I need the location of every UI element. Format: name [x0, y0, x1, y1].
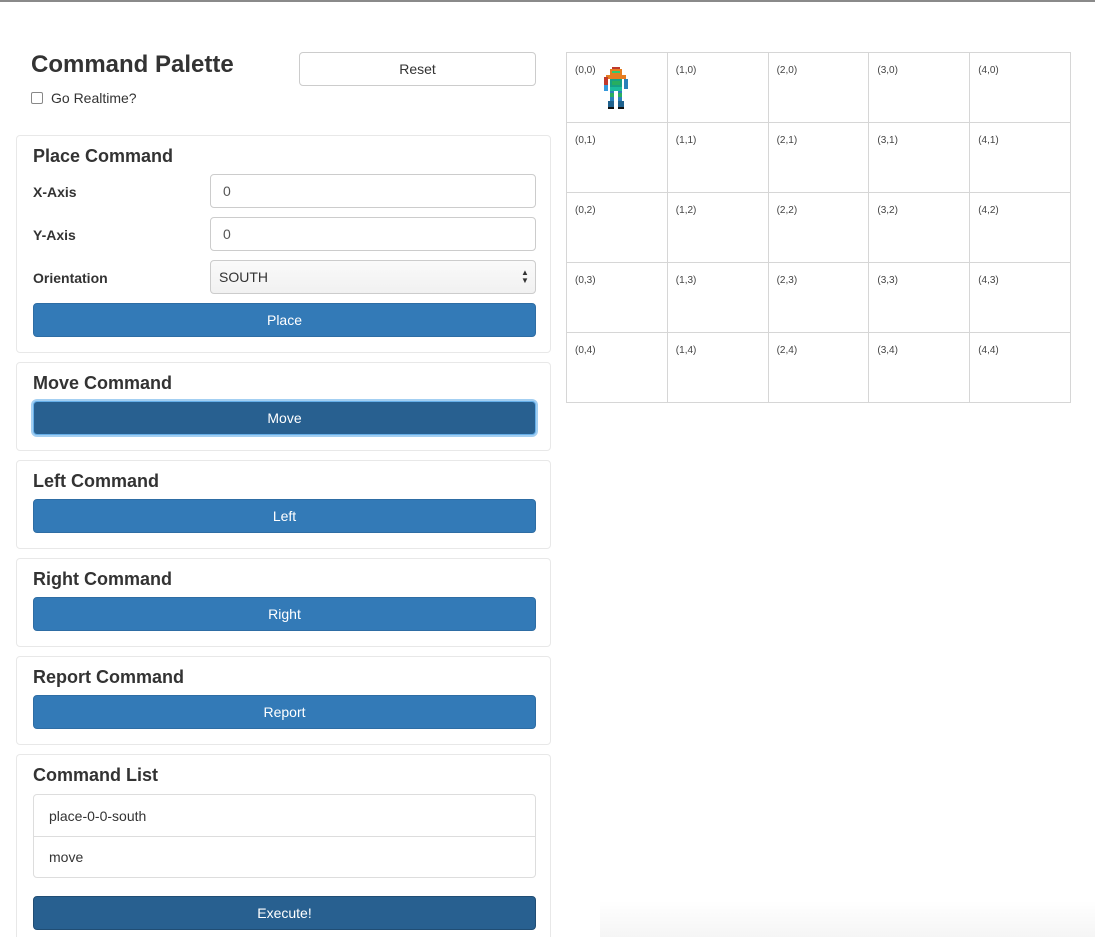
grid-cell: (3,2) — [869, 193, 971, 263]
report-command-panel: Report Command Report — [16, 656, 551, 745]
grid-cell: (4,0) — [970, 53, 1071, 123]
grid-cell: (2,1) — [768, 123, 870, 193]
grid-cell: (0,1) — [567, 123, 668, 193]
right-command-title: Right Command — [33, 569, 172, 589]
grid-cell: (3,3) — [869, 263, 971, 333]
command-list-title: Command List — [33, 765, 159, 785]
grid-cell: (2,2) — [768, 193, 870, 263]
cell-coordinate: (1,4) — [675, 345, 697, 356]
grid-cell: (4,4) — [970, 333, 1071, 403]
grid-cell: (0,0) — [567, 53, 668, 123]
move-command-title: Move Command — [33, 373, 173, 393]
cell-coordinate: (0,3) — [575, 275, 596, 286]
right-command-panel: Right Command Right — [16, 558, 551, 647]
cell-coordinate: (3,1) — [877, 135, 898, 146]
orientation-value: SOUTH — [219, 269, 268, 285]
robot-sprite-icon — [604, 67, 628, 109]
left-command-panel: Left Command Left — [16, 460, 551, 549]
select-arrows-icon: ▲ ▼ — [521, 268, 529, 285]
y-axis-input[interactable]: 0 — [210, 217, 536, 251]
realtime-checkbox[interactable] — [31, 92, 43, 104]
cell-coordinate: (2,1) — [776, 135, 798, 146]
grid-cell: (0,2) — [567, 193, 668, 263]
cell-coordinate: (4,0) — [978, 65, 999, 76]
cell-coordinate: (4,1) — [978, 135, 999, 146]
grid-cell: (1,3) — [667, 263, 769, 333]
place-command-title: Place Command — [33, 146, 174, 166]
board-grid: (0,0) (1,0) (2,0) (3,0) (4,0) (0,1) (1,1… — [566, 52, 1071, 403]
orientation-label: Orientation — [33, 270, 108, 286]
grid-cell: (2,4) — [768, 333, 870, 403]
realtime-toggle[interactable]: Go Realtime? — [31, 90, 137, 106]
top-rule — [0, 0, 1095, 2]
cell-coordinate: (2,3) — [776, 275, 798, 286]
grid-cell: (1,0) — [667, 53, 769, 123]
page-title: Command Palette — [31, 51, 234, 78]
command-list: place-0-0-south move — [33, 794, 536, 878]
cell-coordinate: (0,1) — [575, 135, 596, 146]
grid-cell: (0,4) — [567, 333, 668, 403]
cell-coordinate: (0,4) — [575, 345, 596, 356]
cell-coordinate: (2,0) — [776, 65, 798, 76]
grid-cell: (3,4) — [869, 333, 971, 403]
y-axis-label: Y-Axis — [33, 227, 76, 243]
command-list-panel: Command List place-0-0-south move Execut… — [16, 754, 551, 937]
cell-coordinate: (1,0) — [675, 65, 697, 76]
cell-coordinate: (1,1) — [675, 135, 697, 146]
move-button[interactable]: Move — [33, 401, 536, 435]
grid-cell: (2,0) — [768, 53, 870, 123]
x-axis-label: X-Axis — [33, 184, 77, 200]
orientation-select[interactable]: SOUTH ▲ ▼ — [210, 260, 536, 294]
report-button[interactable]: Report — [33, 695, 536, 729]
cell-coordinate: (1,2) — [675, 205, 697, 216]
cell-coordinate: (3,0) — [877, 65, 898, 76]
grid-cell: (3,1) — [869, 123, 971, 193]
cell-coordinate: (3,3) — [877, 275, 898, 286]
cell-coordinate: (0,2) — [575, 205, 596, 216]
cell-coordinate: (4,4) — [978, 345, 999, 356]
x-axis-input[interactable]: 0 — [210, 174, 536, 208]
grid-cell: (4,3) — [970, 263, 1071, 333]
left-button[interactable]: Left — [33, 499, 536, 533]
cell-coordinate: (4,3) — [978, 275, 999, 286]
cell-coordinate: (3,2) — [877, 205, 898, 216]
cell-coordinate: (2,2) — [776, 205, 798, 216]
grid-cell: (1,4) — [667, 333, 769, 403]
left-command-title: Left Command — [33, 471, 159, 491]
cell-coordinate: (2,4) — [776, 345, 798, 356]
move-command-panel: Move Command Move — [16, 362, 551, 451]
reset-button[interactable]: Reset — [299, 52, 536, 86]
cell-coordinate: (3,4) — [877, 345, 898, 356]
command-list-item[interactable]: move — [34, 836, 535, 877]
right-button[interactable]: Right — [33, 597, 536, 631]
command-list-item[interactable]: place-0-0-south — [34, 795, 535, 836]
cell-coordinate: (4,2) — [978, 205, 999, 216]
grid-cell: (1,1) — [667, 123, 769, 193]
grid-cell: (4,1) — [970, 123, 1071, 193]
cell-coordinate: (1,3) — [675, 275, 697, 286]
place-button[interactable]: Place — [33, 303, 536, 337]
realtime-label: Go Realtime? — [51, 90, 137, 106]
grid-cell: (2,3) — [768, 263, 870, 333]
execute-button[interactable]: Execute! — [33, 896, 536, 930]
report-command-title: Report Command — [33, 667, 185, 687]
grid-cell: (3,0) — [869, 53, 971, 123]
grid-cell: (0,3) — [567, 263, 668, 333]
place-command-panel: Place Command X-Axis 0 Y-Axis 0 Orientat… — [16, 135, 551, 353]
bottom-shadow — [600, 900, 1095, 937]
grid-cell: (1,2) — [667, 193, 769, 263]
cell-coordinate: (0,0) — [575, 65, 596, 76]
grid-cell: (4,2) — [970, 193, 1071, 263]
